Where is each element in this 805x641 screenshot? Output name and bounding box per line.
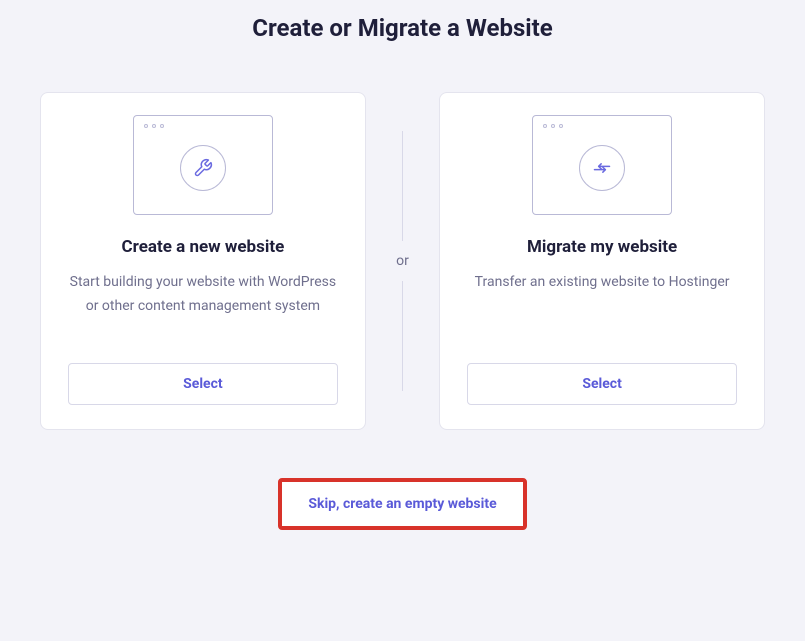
icon-circle: [579, 145, 625, 191]
create-card-description: Start building your website with WordPre…: [65, 271, 341, 363]
migrate-select-button[interactable]: Select: [467, 363, 737, 405]
window-dots: [144, 124, 164, 128]
migrate-card-title: Migrate my website: [527, 237, 677, 257]
transfer-arrows-icon: [592, 158, 612, 178]
create-select-button[interactable]: Select: [68, 363, 338, 405]
divider-line-bottom: [402, 281, 403, 391]
icon-circle: [180, 145, 226, 191]
create-illustration: [133, 115, 273, 215]
migrate-card-description: Transfer an existing website to Hostinge…: [475, 271, 730, 363]
migrate-website-card[interactable]: Migrate my website Transfer an existing …: [439, 92, 765, 430]
divider-line-top: [402, 131, 403, 241]
window-dots: [543, 124, 563, 128]
options-row: Create a new website Start building your…: [0, 52, 805, 450]
migrate-illustration: [532, 115, 672, 215]
divider-text: or: [396, 253, 409, 269]
divider: or: [366, 92, 439, 430]
page-title: Create or Migrate a Website: [0, 0, 805, 52]
skip-empty-website-button[interactable]: Skip, create an empty website: [278, 478, 526, 530]
skip-container: Skip, create an empty website: [0, 478, 805, 530]
wrench-icon: [193, 158, 213, 178]
create-website-card[interactable]: Create a new website Start building your…: [40, 92, 366, 430]
create-card-title: Create a new website: [122, 237, 285, 257]
